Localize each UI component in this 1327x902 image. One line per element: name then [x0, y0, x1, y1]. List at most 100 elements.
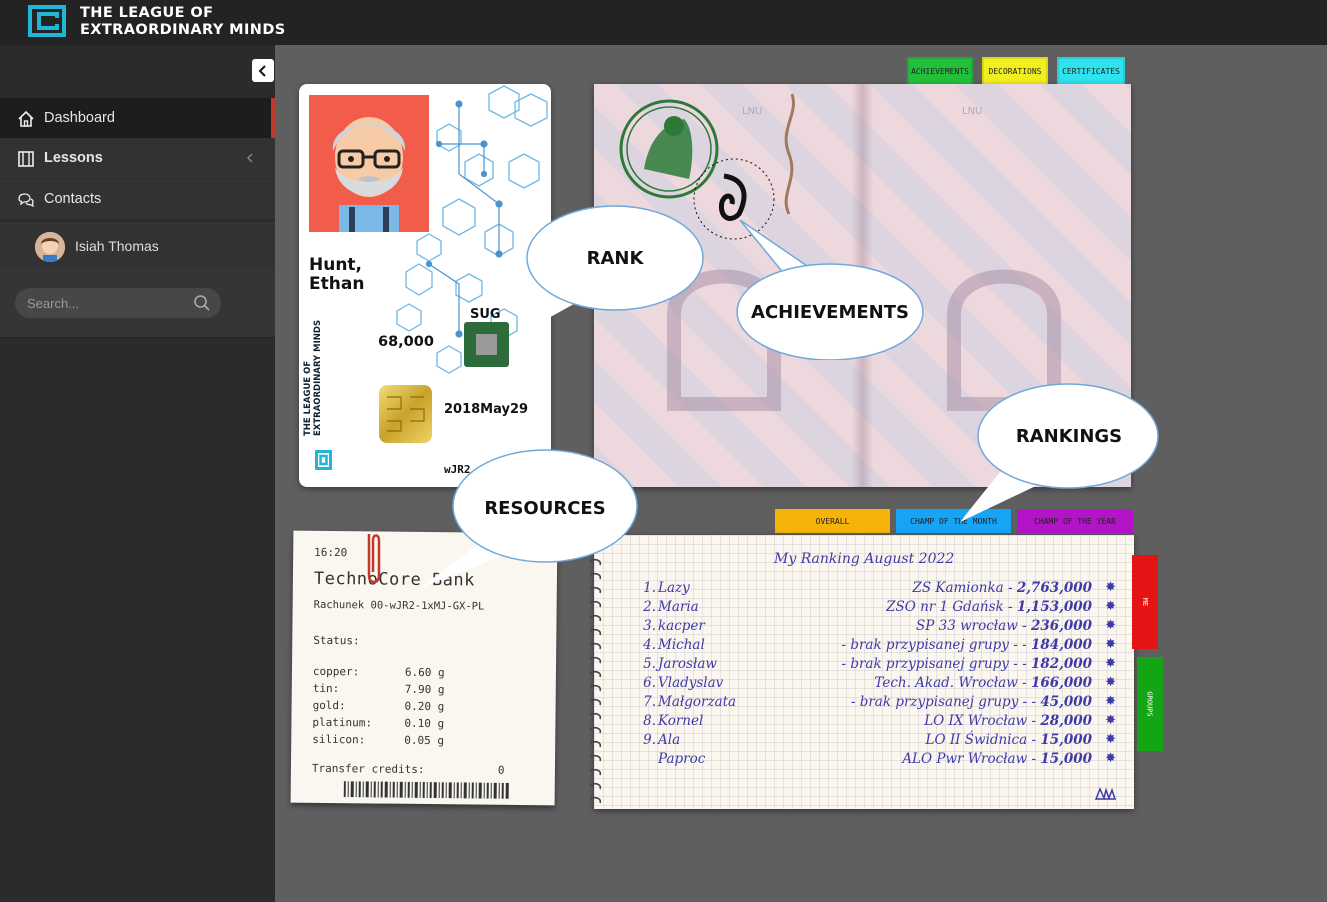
tab-groups-label: GROUPS [1145, 691, 1154, 717]
search-icon[interactable] [193, 294, 211, 312]
chat-icon [18, 193, 34, 208]
credits-label: Transfer credits: [311, 761, 425, 777]
chevron-left-icon[interactable] [246, 153, 254, 163]
avatar [35, 232, 65, 262]
ranking-group-score: ALO Pwr Wrocław - 15,000 [902, 751, 1092, 767]
rank-label: SUG [470, 307, 501, 322]
resource-row: silicon: 0.05 g [312, 733, 512, 747]
tab-overall[interactable]: OVERALL [775, 509, 890, 533]
resource-value: 0.20 g [404, 699, 445, 714]
member-id-card[interactable]: Hunt, Ethan THE LEAGUE OF EXTRAORDINARY … [299, 84, 551, 487]
ranking-player-name: Małgorzata [658, 694, 737, 710]
brand-title[interactable]: THE LEAGUE OF EXTRAORDINARY MINDS [80, 5, 286, 39]
member-photo [309, 95, 429, 232]
ranking-player-name: Kornel [658, 713, 704, 729]
ranking-group-score: ZS Kamionka - 2,763,000 [912, 580, 1092, 596]
ranking-player-name: Jarosław [658, 656, 717, 672]
receipt-status-label: Status: [313, 633, 360, 648]
brand-line-2: EXTRAORDINARY MINDS [80, 22, 286, 38]
resource-value: 7.90 g [404, 682, 445, 697]
sidebar-item-contacts[interactable]: Contacts [0, 179, 275, 219]
ranking-player-name: kacper [658, 618, 705, 634]
ranking-row[interactable]: 5. Jarosław - brak przypisanej grupy - - 1… [594, 656, 1134, 675]
tab-decorations[interactable]: DECORATIONS [982, 57, 1048, 86]
ranking-group: SP 33 wrocław [916, 618, 1018, 634]
ranking-group-score: SP 33 wrocław - 236,000 [916, 618, 1092, 634]
resource-row: tin: 7.90 g [313, 682, 513, 696]
sidebar-user-isiah-thomas[interactable]: Isiah Thomas [0, 222, 275, 268]
tab-certificates[interactable]: CERTIFICATES [1057, 57, 1125, 86]
ranking-notebook[interactable]: My Ranking August 2022 1. Lazy ZS Kamionka… [589, 535, 1134, 809]
ranking-score: 15,000 [1040, 732, 1092, 748]
star-icon: ✸ [1105, 656, 1116, 671]
ranking-score: 166,000 [1030, 675, 1092, 691]
ranking-row[interactable]: 1. Lazy ZS Kamionka - 2,763,000 ✸ [594, 580, 1134, 599]
card-org-name: THE LEAGUE OF EXTRAORDINARY MINDS [303, 296, 323, 436]
receipt-time: 16:20 [314, 545, 348, 560]
paperclip-icon [367, 534, 381, 584]
resource-row: copper: 6.60 g [313, 665, 513, 679]
ranking-group-score: LO II Świdnica - 15,000 [925, 732, 1093, 748]
ranking-group: ZS Kamionka [912, 580, 1004, 596]
user-name: Isiah Thomas [75, 238, 159, 254]
home-icon [18, 110, 34, 127]
resource-row: platinum: 0.10 g [312, 716, 512, 730]
league-logo-icon[interactable] [28, 5, 66, 37]
ranking-score: 15,000 [1040, 751, 1092, 767]
ranking-group-score: - brak przypisanej grupy - - 184,000 [841, 637, 1092, 653]
ranking-group: LO IX Wrocław [924, 713, 1028, 729]
ranking-row[interactable]: 3. kacper SP 33 wrocław - 236,000 ✸ [594, 618, 1134, 637]
ranking-row[interactable]: 7. Małgorzata - brak przypisanej grupy - -… [594, 694, 1134, 713]
ranking-title: My Ranking August 2022 [774, 551, 955, 567]
ranking-row[interactable]: Paproc ALO Pwr Wrocław - 15,000 ✸ [594, 751, 1134, 770]
tab-me[interactable]: ME [1132, 555, 1158, 649]
sidebar-item-lessons[interactable]: Lessons [0, 138, 275, 178]
tab-achievements[interactable]: ACHIEVEMENTS [907, 57, 973, 86]
ranking-player-name: Paproc [658, 751, 706, 767]
card-chip-icon [379, 385, 432, 443]
points-value: 68,000 [378, 334, 434, 350]
collapse-sidebar-button[interactable] [252, 59, 274, 82]
ranking-group: ALO Pwr Wrocław [902, 751, 1028, 767]
ranking-score: 184,000 [1030, 637, 1092, 653]
chevron-left-icon [258, 64, 266, 77]
ranking-player-name: Ala [658, 732, 681, 748]
card-logo-icon [315, 450, 332, 470]
star-icon: ✸ [1105, 599, 1116, 614]
resource-name: platinum: [312, 715, 373, 730]
transfer-credits-row: Transfer credits: 0 [312, 762, 512, 777]
ranking-player-name: Michal [658, 637, 705, 653]
ranking-row[interactable]: 2. Maria ZSO nr 1 Gdańsk - 1,153,000 ✸ [594, 599, 1134, 618]
ranking-row[interactable]: 4. Michal - brak przypisanej grupy - - 184… [594, 637, 1134, 656]
rank-callout-bubble [520, 205, 704, 335]
brand-line-1: THE LEAGUE OF [80, 5, 214, 21]
ranking-position: 7. [643, 694, 656, 710]
ranking-position: 4. [643, 637, 656, 653]
issue-date: 2018May29 [444, 402, 529, 417]
rank-badge[interactable] [464, 322, 509, 367]
svg-text:LNU: LNU [962, 106, 982, 117]
star-icon: ✸ [1105, 618, 1116, 633]
ranking-player-name: Maria [658, 599, 699, 615]
ranking-row[interactable]: 9. Ala LO II Świdnica - 15,000 ✸ [594, 732, 1134, 751]
star-icon: ✸ [1105, 732, 1116, 747]
ranking-row[interactable]: 6. Vladyslav Tech. Akad. Wrocław - 166,000… [594, 675, 1134, 694]
ranking-position: 5. [643, 656, 656, 672]
sidebar-item-dashboard[interactable]: Dashboard [0, 98, 275, 138]
member-surname: Hunt, [309, 255, 363, 275]
resource-row: gold: 0.20 g [313, 699, 513, 713]
tab-groups[interactable]: GROUPS [1137, 657, 1163, 751]
ranking-group-score: Tech. Akad. Wrocław - 166,000 [874, 675, 1092, 691]
credits-value: 0 [497, 763, 505, 777]
ranking-player-name: Lazy [658, 580, 690, 596]
rankings-callout-bubble [960, 383, 1159, 522]
member-name: Hunt, Ethan [309, 256, 364, 294]
ranking-score: 1,153,000 [1016, 599, 1092, 615]
svg-text:LNU: LNU [742, 106, 762, 117]
search-area [0, 268, 275, 338]
search-input[interactable] [15, 288, 221, 318]
ranking-group-score: ZSO nr 1 Gdańsk - 1,153,000 [886, 599, 1092, 615]
book-icon [18, 151, 34, 167]
ranking-row[interactable]: 8. Kornel LO IX Wrocław - 28,000 ✸ [594, 713, 1134, 732]
ranking-hand-icon[interactable] [1094, 785, 1118, 803]
